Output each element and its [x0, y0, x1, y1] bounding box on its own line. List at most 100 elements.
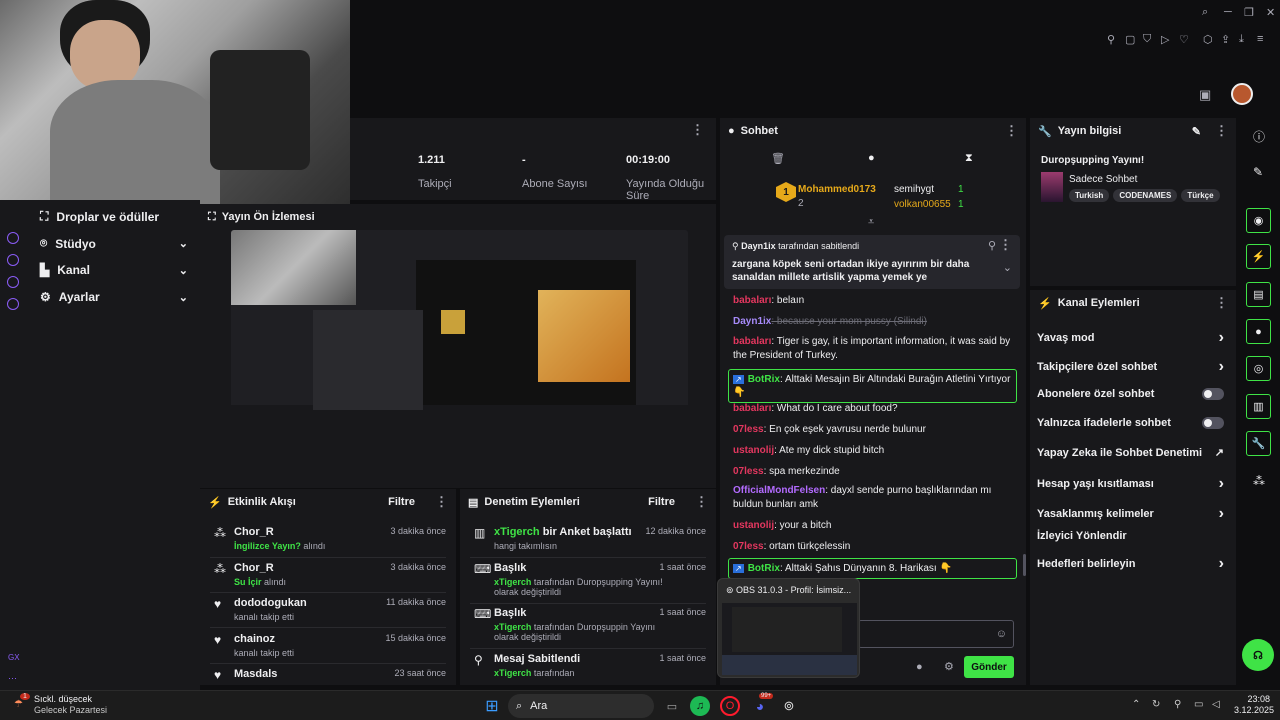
tag[interactable]: Turkish [1069, 189, 1110, 202]
audit-item[interactable]: ⚲ Mesaj Sabitlendi xTigerch tarafından 1 … [474, 653, 706, 678]
channel-action-item[interactable]: Takipçilere özel sohbet › [1037, 358, 1224, 376]
sync-icon[interactable]: ↻ [1152, 699, 1160, 710]
obs-icon[interactable]: ⊚ [779, 696, 799, 716]
chevron-right-icon[interactable]: › [1219, 475, 1224, 493]
download-icon[interactable]: ⤓ [1239, 33, 1244, 46]
leaderboard-name[interactable]: semihygt [894, 184, 934, 195]
close-icon[interactable]: ✕ [1266, 6, 1275, 19]
windows-start-icon[interactable]: ⊞ [482, 696, 502, 716]
leaderboard-name[interactable]: Mohammed0173 [798, 184, 876, 195]
rail-icon-4[interactable] [7, 298, 19, 310]
nav-studio[interactable]: ⌾ Stüdyo ⌄ [40, 236, 188, 251]
pencil-icon[interactable]: ✎ [1192, 125, 1201, 138]
chat-bot-message[interactable]: ↗ BotRix: Alttaki Şahıs Dünyanın 8. Harik… [728, 558, 1017, 579]
layout-icon[interactable]: ▥ [1246, 394, 1271, 419]
activity-filter-button[interactable]: Filtre [388, 496, 415, 508]
clipboard-icon[interactable]: ▤ [1246, 282, 1271, 307]
activity-more-icon[interactable]: ⋮ [435, 494, 448, 510]
search-icon[interactable]: ⌕ [1202, 6, 1208, 19]
discord-icon[interactable]: ◕ [750, 696, 770, 716]
tag[interactable]: Türkçe [1181, 189, 1220, 202]
microphone-icon[interactable]: ⚲ [1174, 699, 1181, 710]
expand-leaderboard-icon[interactable]: ⩡ [868, 216, 874, 229]
chevron-up-icon[interactable]: ⌃ [1132, 699, 1140, 710]
chat-username[interactable]: ustanolij [733, 520, 774, 531]
reward-icon[interactable]: ⁂ [1253, 474, 1265, 488]
toggle-switch[interactable] [1202, 417, 1224, 429]
audit-item[interactable]: ⌨ Başlık xTigerch tarafından Duropşuppin … [474, 607, 706, 642]
leaderboard-name[interactable]: volkan00655 [894, 199, 951, 210]
weather-icon[interactable]: ☂ [14, 699, 23, 710]
chevron-right-icon[interactable]: › [1219, 555, 1224, 573]
chat-username[interactable]: BotRix [748, 563, 780, 574]
obs-taskbar-preview[interactable]: ⊚ OBS 31.0.3 - Profil: İsimsiz... [717, 578, 860, 678]
send-button[interactable]: Gönder [964, 656, 1014, 678]
chat-bubble-icon[interactable]: ● [916, 661, 923, 673]
support-icon[interactable]: ☊ [1242, 639, 1274, 671]
activity-item[interactable]: ♥ Masdals 23 saat önce [214, 668, 446, 682]
info-more-icon[interactable]: ⋮ [1215, 123, 1228, 139]
toggle-switch[interactable] [1202, 388, 1224, 400]
channel-action-item[interactable]: İzleyici Yönlendir [1037, 530, 1224, 542]
audit-filter-button[interactable]: Filtre [648, 496, 675, 508]
activity-item[interactable]: ♥ chainoz kanalı takip etti 15 dakika önc… [214, 633, 446, 658]
chat-message[interactable]: ustanolij: Ate my dick stupid bitch [733, 444, 1016, 458]
chevron-right-icon[interactable]: › [1219, 329, 1224, 347]
wrench-icon[interactable]: 🔧 [1246, 431, 1271, 456]
network-icon[interactable]: ▭ [1194, 699, 1203, 710]
shield-icon[interactable]: ⛉ [1143, 33, 1151, 46]
channel-action-item[interactable]: Abonelere özel sohbet [1037, 388, 1224, 400]
nav-settings[interactable]: ⚙ Ayarlar ⌄ [40, 290, 188, 304]
chat-message[interactable]: OfficialMondFelsen: dayxl sende purno ba… [733, 484, 1016, 512]
chat-username[interactable]: 07less [733, 466, 764, 477]
studio-switch-icon[interactable]: ▣ [1199, 87, 1211, 103]
chat-message[interactable]: babaları: Tiger is gay, it is important … [733, 335, 1016, 363]
camera-icon[interactable]: ◉ [1246, 208, 1271, 233]
activity-item[interactable]: ⁂ Chor_R İngilizce Yayın? alındı 3 dakika… [214, 526, 446, 551]
chat-scrollbar[interactable] [1023, 554, 1026, 576]
chat-bot-message[interactable]: ↗ BotRix: Alttaki Mesajın Bir Altındaki B… [728, 369, 1017, 403]
rail-icon-2[interactable] [7, 254, 19, 266]
nav-channel[interactable]: ▙ Kanal ⌄ [40, 263, 188, 277]
heart-icon[interactable]: ♡ [1179, 33, 1189, 46]
weather-widget[interactable]: Sıckl. düşecek Gelecek Pazartesi [34, 694, 107, 716]
avatar[interactable] [1231, 83, 1253, 105]
category-name[interactable]: Sadece Sohbet [1069, 174, 1137, 185]
chat-input[interactable]: ☺ [858, 620, 1014, 648]
chat-message[interactable]: 07less: En çok eşek yavrusu nerde bulunu… [733, 423, 1016, 437]
play-icon[interactable]: ▷ [1161, 33, 1169, 46]
trash-icon[interactable]: 🗑 [771, 152, 785, 165]
volume-icon[interactable]: ◁ [1212, 699, 1220, 710]
channel-action-item[interactable]: Yavaş mod › [1037, 329, 1224, 347]
channel-action-item[interactable]: Yasaklanmış kelimeler › [1037, 505, 1224, 523]
chat-message[interactable]: 07less: ortam türkçelessin [733, 540, 1016, 554]
extensions-icon[interactable]: ⬡ [1203, 33, 1213, 46]
chat-message[interactable]: babaları: What do I care about food? [733, 402, 1016, 416]
chat-username[interactable]: OfficialMondFelsen [733, 485, 825, 496]
chat-message[interactable]: ustanolij: your a bitch [733, 519, 1016, 533]
snapshot-icon[interactable]: ▢ [1125, 33, 1135, 46]
pencil-icon[interactable]: ✎ [1253, 165, 1263, 179]
pinned-message[interactable]: ⚲ Dayn1ix tarafından sabitlendi zargana … [724, 235, 1020, 289]
chat-username[interactable]: 07less [733, 541, 764, 552]
actions-more-icon[interactable]: ⋮ [1215, 295, 1228, 311]
gear-icon[interactable]: ⚙ [944, 660, 954, 673]
chat-bubble-icon[interactable]: ● [868, 152, 875, 164]
chat-more-icon[interactable]: ⋮ [1005, 123, 1018, 139]
chat-username[interactable]: babaları [733, 336, 771, 347]
menu-icon[interactable]: ≡ [1257, 33, 1263, 45]
chat-message[interactable]: Dayn1ix: because your mom pussy (Silindi… [733, 315, 1016, 329]
chat-username[interactable]: ustanolij [733, 445, 774, 456]
rail-icon-3[interactable] [7, 276, 19, 288]
channel-action-item[interactable]: Hesap yaşı kısıtlaması › [1037, 475, 1224, 493]
taskbar-search[interactable]: ⌕ Ara [508, 694, 654, 718]
audit-more-icon[interactable]: ⋮ [695, 494, 708, 510]
chat-message[interactable]: 07less: spa merkezinde [733, 465, 1016, 479]
spotify-icon[interactable]: ♫ [690, 696, 710, 716]
rail-icon-1[interactable] [7, 232, 19, 244]
chat-username[interactable]: babaları [733, 295, 771, 306]
restore-icon[interactable]: ❐ [1244, 6, 1254, 19]
minimize-icon[interactable]: ─ [1224, 6, 1232, 18]
pin-icon[interactable]: ⚲ [1107, 33, 1115, 46]
chat-message[interactable]: babaları: belaın [733, 294, 1016, 308]
